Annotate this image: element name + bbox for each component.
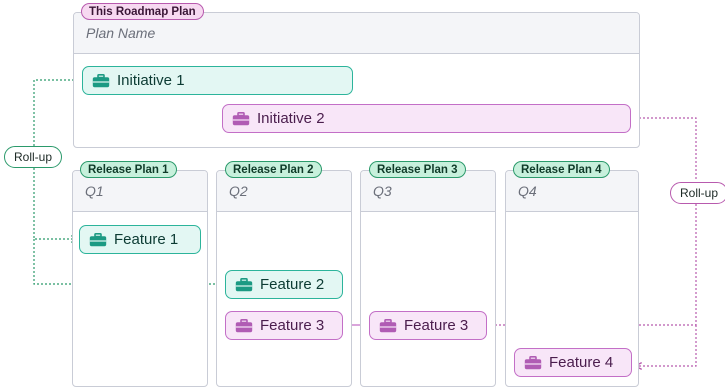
initiative-1-label: Initiative 1	[117, 72, 185, 89]
release-plan-2-tag: Release Plan 2	[225, 161, 322, 178]
rollup-pill-left: Roll-up	[4, 146, 63, 168]
briefcase-icon	[235, 277, 253, 292]
release-plan-3-tag: Release Plan 3	[369, 161, 466, 178]
briefcase-icon	[89, 232, 107, 247]
briefcase-icon	[524, 355, 542, 370]
initiative-2-card[interactable]: Initiative 2	[222, 104, 631, 133]
feature-1-label: Feature 1	[114, 231, 179, 248]
feature-1-card[interactable]: Feature 1	[79, 225, 201, 254]
briefcase-icon	[92, 73, 110, 88]
feature-3-card-q3[interactable]: Feature 3	[369, 311, 487, 340]
initiative-2-label: Initiative 2	[257, 110, 325, 127]
feature-3-label: Feature 3	[404, 317, 469, 334]
rollup-connector-initiative-2	[631, 117, 697, 181]
feature-3-label: Feature 3	[260, 317, 325, 334]
roadmap-diagram: Plan Name This Roadmap Plan Initiative 1…	[0, 0, 725, 389]
release-plan-3-column: Q3	[360, 170, 496, 387]
release-plan-1-tag: Release Plan 1	[80, 161, 177, 178]
feature-4-label: Feature 4	[549, 354, 614, 371]
initiative-1-card[interactable]: Initiative 1	[82, 66, 353, 95]
feature-4-card[interactable]: Feature 4	[514, 348, 632, 377]
feature-2-card[interactable]: Feature 2	[225, 270, 343, 299]
roadmap-plan-tag: This Roadmap Plan	[81, 3, 204, 20]
feature-3-card-q2[interactable]: Feature 3	[225, 311, 343, 340]
briefcase-icon	[232, 111, 250, 126]
briefcase-icon	[235, 318, 253, 333]
release-plan-1-column: Q1	[72, 170, 208, 387]
rollup-pill-right: Roll-up	[670, 182, 725, 204]
briefcase-icon	[379, 318, 397, 333]
rollup-connector-feature-4	[635, 325, 697, 366]
feature-2-label: Feature 2	[260, 276, 325, 293]
release-plan-4-tag: Release Plan 4	[513, 161, 610, 178]
